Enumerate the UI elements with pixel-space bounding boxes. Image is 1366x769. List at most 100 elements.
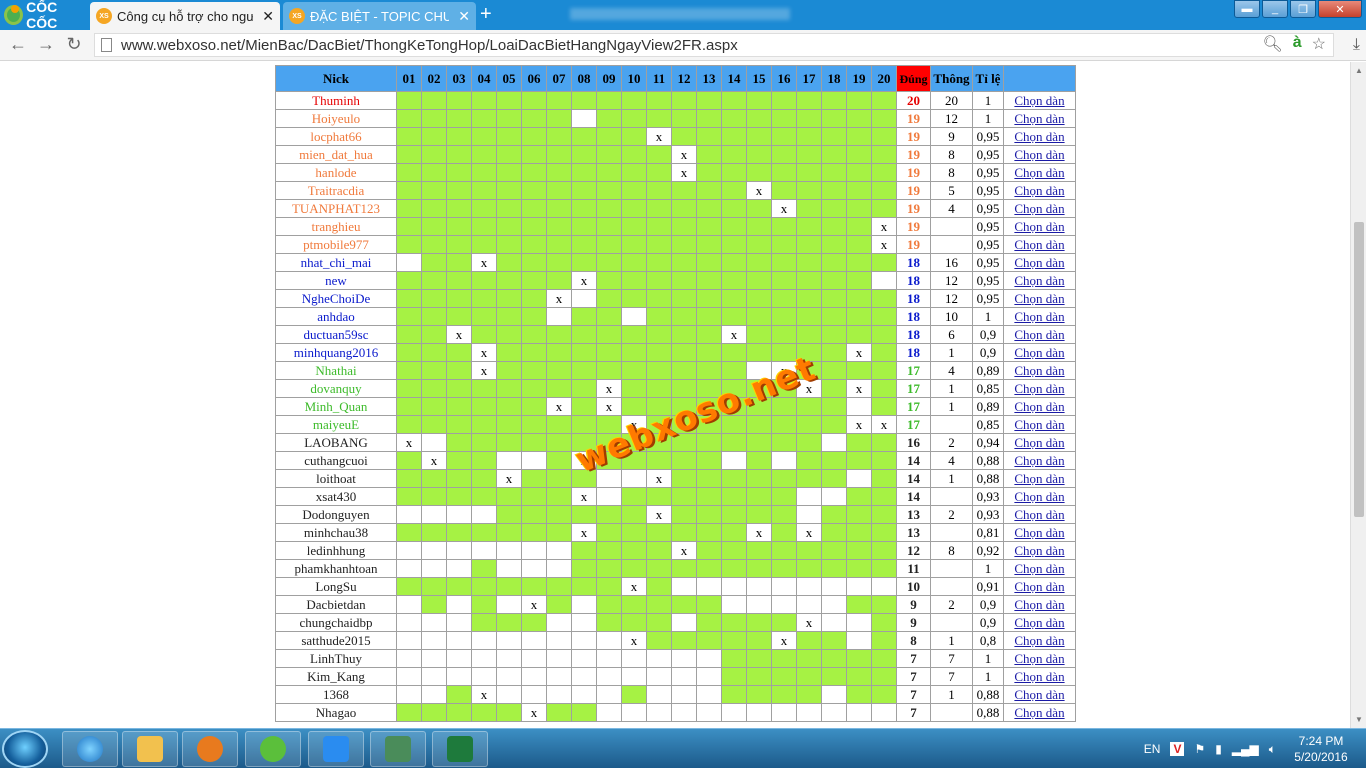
day-cell	[496, 253, 522, 272]
tab-inactive[interactable]: XS ĐẶC BIỆT - TOPIC CHUYÊN ✕	[283, 2, 476, 30]
scroll-up-icon[interactable]: ▲	[1355, 66, 1363, 75]
nick-cell: ledinhhung	[275, 541, 397, 560]
day-cell	[571, 433, 597, 452]
signal-icon[interactable]: ▂▄▆	[1232, 742, 1259, 756]
tile-cell: 0,9	[972, 343, 1004, 362]
explorer-taskbar-icon[interactable]	[122, 731, 178, 767]
choose-link[interactable]: Chọn dàn	[1014, 489, 1064, 504]
thong-cell: 2	[930, 505, 973, 524]
choose-link[interactable]: Chọn dàn	[1014, 201, 1064, 216]
choose-link[interactable]: Chọn dàn	[1014, 237, 1064, 252]
choose-link[interactable]: Chọn dàn	[1014, 273, 1064, 288]
choose-link[interactable]: Chọn dàn	[1014, 111, 1064, 126]
choose-link[interactable]: Chọn dàn	[1014, 255, 1064, 270]
coccoc-logo[interactable]: CỐC CỐC	[0, 0, 88, 31]
vietkey-icon[interactable]: V	[1170, 742, 1185, 756]
excel-taskbar-icon[interactable]	[432, 731, 488, 767]
choose-link[interactable]: Chọn dàn	[1014, 363, 1064, 378]
choose-link[interactable]: Chọn dàn	[1014, 417, 1064, 432]
choose-cell: Chọn dàn	[1003, 667, 1076, 686]
media-taskbar-icon[interactable]	[182, 731, 238, 767]
nick-cell: locphat66	[275, 127, 397, 146]
minimize-icon[interactable]: _	[1262, 0, 1288, 18]
choose-link[interactable]: Chọn dàn	[1014, 129, 1064, 144]
nick-cell: minhchau38	[275, 523, 397, 542]
choose-link[interactable]: Chọn dàn	[1014, 93, 1064, 108]
choose-link[interactable]: Chọn dàn	[1014, 507, 1064, 522]
ie-taskbar-icon[interactable]	[62, 731, 118, 767]
choose-link[interactable]: Chọn dàn	[1014, 345, 1064, 360]
choose-link[interactable]: Chọn dàn	[1014, 615, 1064, 630]
choose-link[interactable]: Chọn dàn	[1014, 633, 1064, 648]
choose-link[interactable]: Chọn dàn	[1014, 525, 1064, 540]
translate-icon[interactable]: à	[1293, 34, 1302, 54]
choose-link[interactable]: Chọn dàn	[1014, 687, 1064, 702]
day-cell	[796, 667, 822, 686]
choose-link[interactable]: Chọn dàn	[1014, 309, 1064, 324]
nick-cell: phamkhanhtoan	[275, 559, 397, 578]
choose-link[interactable]: Chọn dàn	[1014, 291, 1064, 306]
close-window-icon[interactable]: ✕	[1318, 0, 1362, 18]
scroll-thumb[interactable]	[1354, 222, 1364, 517]
day-cell	[546, 631, 572, 650]
clock[interactable]: 7:24 PM 5/20/2016	[1286, 733, 1356, 765]
volume-icon[interactable]: 🔈︎	[1269, 742, 1276, 757]
choose-link[interactable]: Chọn dàn	[1014, 561, 1064, 576]
download-icon[interactable]: ⤓	[1353, 36, 1360, 54]
close-tab-icon[interactable]: ✕	[454, 8, 470, 25]
choose-link[interactable]: Chọn dàn	[1014, 165, 1064, 180]
choose-link[interactable]: Chọn dàn	[1014, 435, 1064, 450]
new-tab-icon[interactable]: +	[480, 4, 492, 24]
day-cell	[821, 163, 847, 182]
choose-link[interactable]: Chọn dàn	[1014, 579, 1064, 594]
tab-active[interactable]: XS Công cụ hỗ trợ cho người ✕	[90, 2, 280, 30]
zalo-taskbar-icon[interactable]	[308, 731, 364, 767]
choose-link[interactable]: Chọn dàn	[1014, 453, 1064, 468]
day-cell	[796, 415, 822, 434]
zoom-icon[interactable]: 🔍︎	[1262, 34, 1282, 54]
day-cell	[746, 145, 772, 164]
flag-icon[interactable]: ⚑	[1194, 742, 1205, 756]
battery-icon[interactable]: ▮	[1215, 742, 1222, 756]
day-cell	[746, 415, 772, 434]
back-icon[interactable]: ←	[6, 34, 30, 55]
day-cell	[496, 235, 522, 254]
choose-cell: Chọn dàn	[1003, 559, 1076, 578]
language-indicator[interactable]: EN	[1144, 742, 1161, 756]
url-field[interactable]: www.webxoso.net/MienBac/DacBiet/ThongKeT…	[94, 33, 1334, 57]
day-cell	[696, 541, 722, 560]
day-cell	[446, 181, 472, 200]
day-cell	[646, 433, 672, 452]
choose-link[interactable]: Chọn dàn	[1014, 597, 1064, 612]
choose-link[interactable]: Chọn dàn	[1014, 669, 1064, 684]
choose-cell: Chọn dàn	[1003, 253, 1076, 272]
forward-icon[interactable]: →	[34, 34, 58, 55]
photo-taskbar-icon[interactable]	[370, 731, 426, 767]
choose-link[interactable]: Chọn dàn	[1014, 381, 1064, 396]
reload-icon[interactable]: ↻	[62, 34, 86, 55]
choose-link[interactable]: Chọn dàn	[1014, 327, 1064, 342]
day-cell	[771, 127, 797, 146]
choose-link[interactable]: Chọn dàn	[1014, 705, 1064, 720]
choose-link[interactable]: Chọn dàn	[1014, 651, 1064, 666]
scroll-down-icon[interactable]: ▼	[1355, 715, 1363, 724]
day-cell	[421, 415, 447, 434]
start-button[interactable]	[2, 730, 48, 768]
coccoc-taskbar-icon[interactable]	[245, 731, 301, 767]
day-cell	[721, 253, 747, 272]
choose-link[interactable]: Chọn dàn	[1014, 183, 1064, 198]
choose-link[interactable]: Chọn dàn	[1014, 399, 1064, 414]
day-cell	[621, 307, 647, 326]
maximize-icon[interactable]: ❐	[1290, 0, 1316, 18]
choose-link[interactable]: Chọn dàn	[1014, 147, 1064, 162]
day-cell	[721, 181, 747, 200]
day-cell	[621, 289, 647, 308]
scrollbar[interactable]: ▲ ▼	[1350, 62, 1366, 728]
choose-link[interactable]: Chọn dàn	[1014, 543, 1064, 558]
day-cell	[696, 415, 722, 434]
choose-link[interactable]: Chọn dàn	[1014, 471, 1064, 486]
choose-link[interactable]: Chọn dàn	[1014, 219, 1064, 234]
menu-icon[interactable]: ▬	[1234, 0, 1260, 18]
bookmark-star-icon[interactable]: ☆	[1312, 34, 1326, 54]
close-tab-icon[interactable]: ✕	[258, 8, 274, 25]
